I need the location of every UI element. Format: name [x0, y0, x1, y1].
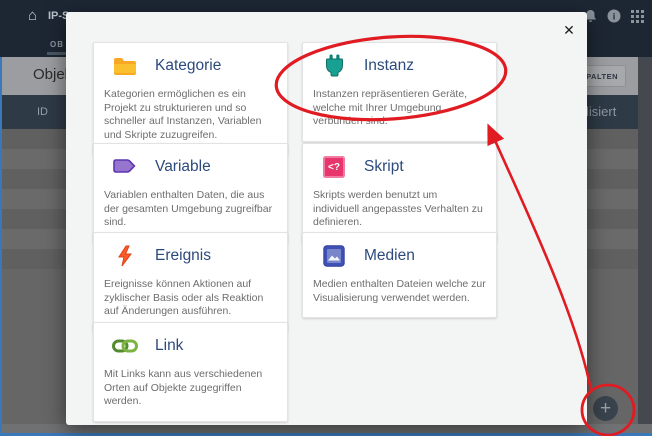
card-kategorie[interactable]: Kategorie Kategorien ermöglichen es ein …: [93, 42, 288, 155]
column-id[interactable]: ID: [37, 106, 48, 118]
screen: ⌂ IP-Symc i OB Objek: [0, 0, 652, 436]
grid-icon[interactable]: [631, 10, 644, 23]
card-link[interactable]: Link Mit Links kann aus verschiedenen Or…: [93, 322, 288, 422]
window-edge-left: [0, 57, 2, 436]
tag-icon: [112, 155, 138, 179]
card-skript[interactable]: <? Skript Skripts werden benutzt um indi…: [302, 143, 497, 243]
card-ereignis[interactable]: Ereignis Ereignisse können Aktionen auf …: [93, 232, 288, 332]
image-icon: [321, 244, 347, 268]
svg-text:i: i: [613, 12, 616, 22]
card-description: Ereignisse können Aktionen auf zyklische…: [104, 278, 277, 319]
card-variable[interactable]: Variable Variablen enthalten Daten, die …: [93, 143, 288, 243]
card-title: Variable: [155, 158, 211, 176]
column-visualisiert[interactable]: lisiert: [586, 104, 616, 119]
lightning-icon: [112, 244, 138, 268]
card-title: Instanz: [364, 57, 414, 75]
card-description: Variablen enthalten Daten, die aus der g…: [104, 189, 277, 230]
card-description: Mit Links kann aus verschiedenen Orten a…: [104, 368, 277, 409]
scrollbar-track[interactable]: [638, 57, 652, 424]
status-bar: [0, 424, 652, 433]
card-title: Kategorie: [155, 57, 221, 75]
close-icon[interactable]: ✕: [558, 19, 580, 41]
add-object-dialog: ✕ Kategorie Kategorien ermöglichen es ei…: [66, 12, 587, 425]
tab-objektbaum[interactable]: OB: [50, 40, 64, 49]
plug-icon: [321, 54, 347, 78]
home-icon[interactable]: ⌂: [28, 8, 37, 23]
card-description: Instanzen repräsentieren Geräte, welche …: [313, 88, 486, 129]
card-title: Medien: [364, 247, 415, 265]
card-instanz[interactable]: Instanz Instanzen repräsentieren Geräte,…: [302, 42, 497, 142]
code-icon: <?: [321, 155, 347, 179]
card-description: Kategorien ermöglichen es ein Projekt zu…: [104, 88, 277, 142]
card-description: Skripts werden benutzt um individuell an…: [313, 189, 486, 230]
add-object-button[interactable]: +: [593, 396, 618, 421]
card-title: Ereignis: [155, 247, 211, 265]
info-icon[interactable]: i: [607, 9, 621, 23]
card-description: Medien enthalten Dateien welche zur Visu…: [313, 278, 486, 305]
card-title: Skript: [364, 158, 404, 176]
card-title: Link: [155, 337, 183, 355]
card-medien[interactable]: Medien Medien enthalten Dateien welche z…: [302, 232, 497, 318]
folder-icon: [112, 54, 138, 78]
link-icon: [112, 334, 138, 358]
active-tab-indicator: [47, 52, 67, 55]
